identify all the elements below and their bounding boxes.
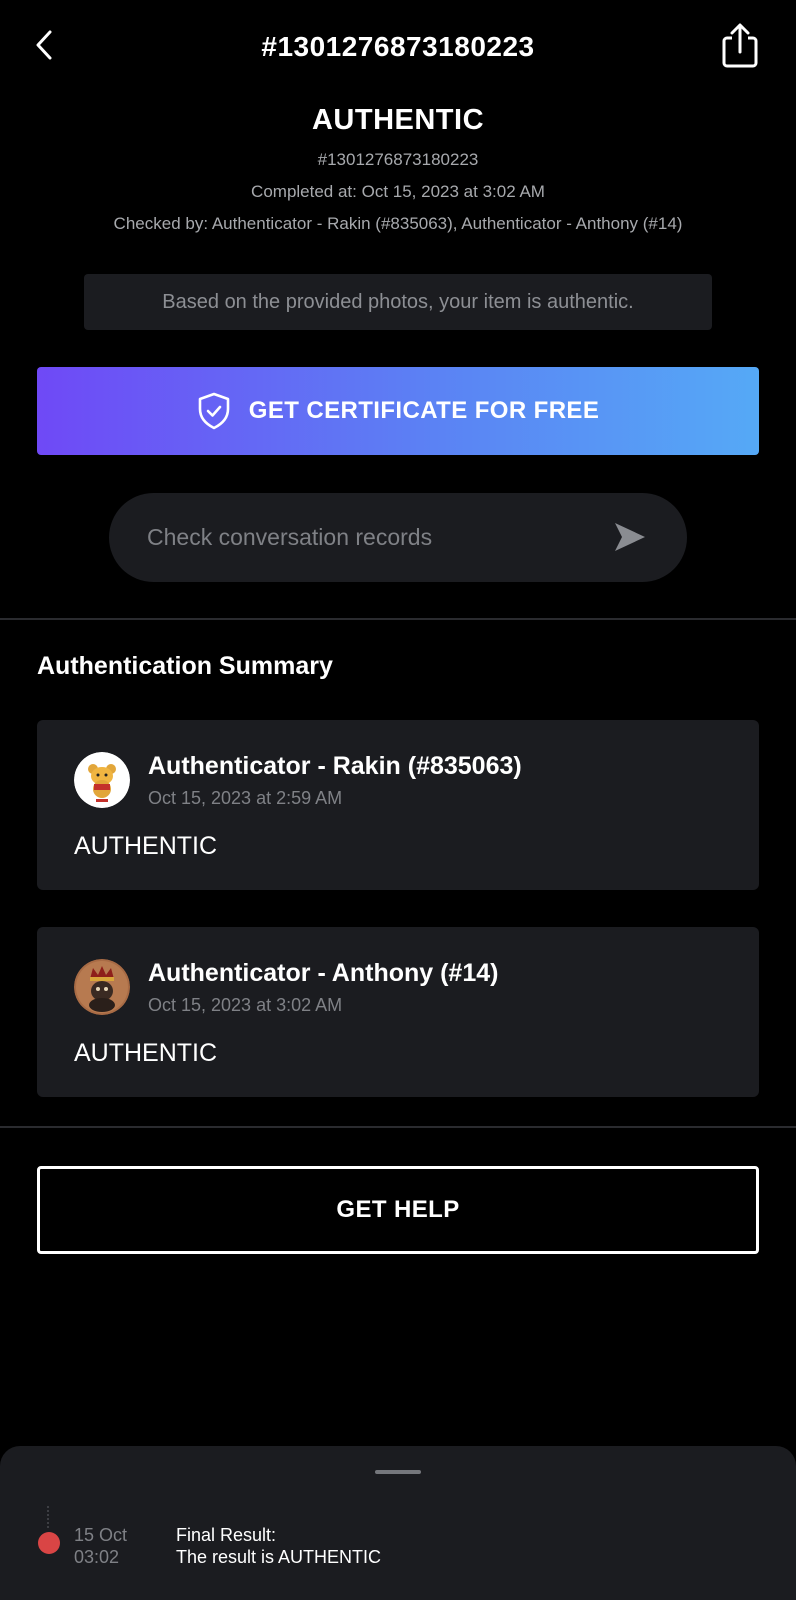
- bear-cartoon-avatar-icon: [74, 752, 130, 808]
- timeline-date: 15 Oct 03:02: [74, 1524, 127, 1568]
- timeline-entry: Final Result: The result is AUTHENTIC: [176, 1524, 381, 1568]
- timeline-dot-icon: [38, 1532, 60, 1554]
- section-divider: [0, 1126, 796, 1128]
- get-certificate-button[interactable]: GET CERTIFICATE FOR FREE: [37, 367, 759, 455]
- get-help-label: GET HELP: [336, 1196, 460, 1223]
- timeline-day: 15 Oct: [74, 1525, 128, 1545]
- avatar[interactable]: [74, 959, 130, 1015]
- page: #1301276873180223 AUTHENTIC #13012768731…: [0, 0, 796, 1600]
- share-icon: [722, 23, 758, 68]
- authenticator-time: Oct 15, 2023 at 2:59 AM: [148, 788, 343, 808]
- shield-check-icon: [198, 392, 230, 430]
- share-button[interactable]: [720, 22, 760, 70]
- conversation-records-label: Check conversation records: [147, 524, 433, 550]
- sheet-drag-handle[interactable]: [375, 1470, 421, 1474]
- get-help-button[interactable]: GET HELP: [37, 1166, 759, 1254]
- summary-title: Authentication Summary: [37, 652, 333, 680]
- timeline-sheet: 15 Oct 03:02 Final Result: The result is…: [0, 1446, 796, 1600]
- completed-at: Completed at: Oct 15, 2023 at 3:02 AM: [251, 182, 545, 201]
- crowned-figure-avatar-icon: [74, 959, 130, 1015]
- authenticator-card: Authenticator - Anthony (#14) Oct 15, 20…: [37, 927, 759, 1097]
- authenticator-name: Authenticator - Rakin (#835063): [148, 752, 522, 780]
- timeline-time: 03:02: [74, 1547, 120, 1567]
- authenticator-result: AUTHENTIC: [74, 832, 218, 860]
- authenticator-result: AUTHENTIC: [74, 1039, 218, 1067]
- timeline-text: The result is AUTHENTIC: [176, 1547, 382, 1567]
- send-icon: [615, 523, 645, 551]
- checked-by: Checked by: Authenticator - Rakin (#8350…: [113, 214, 683, 233]
- order-id: #1301276873180223: [317, 150, 479, 169]
- result-title: AUTHENTIC: [311, 104, 485, 136]
- page-title: #1301276873180223: [261, 31, 535, 62]
- authenticator-card: Authenticator - Rakin (#835063) Oct 15, …: [37, 720, 759, 890]
- timeline-connector: [47, 1506, 49, 1528]
- top-bar: #1301276873180223: [0, 0, 796, 96]
- timeline-label: Final Result:: [176, 1525, 277, 1545]
- section-divider: [0, 618, 796, 620]
- authenticator-time: Oct 15, 2023 at 3:02 AM: [148, 995, 343, 1015]
- conversation-records-button[interactable]: Check conversation records: [109, 493, 687, 582]
- result-note: Based on the provided photos, your item …: [84, 274, 712, 330]
- get-certificate-label: GET CERTIFICATE FOR FREE: [248, 397, 600, 424]
- avatar[interactable]: [74, 752, 130, 808]
- result-note-text: Based on the provided photos, your item …: [162, 290, 634, 313]
- authenticator-name: Authenticator - Anthony (#14): [148, 959, 499, 987]
